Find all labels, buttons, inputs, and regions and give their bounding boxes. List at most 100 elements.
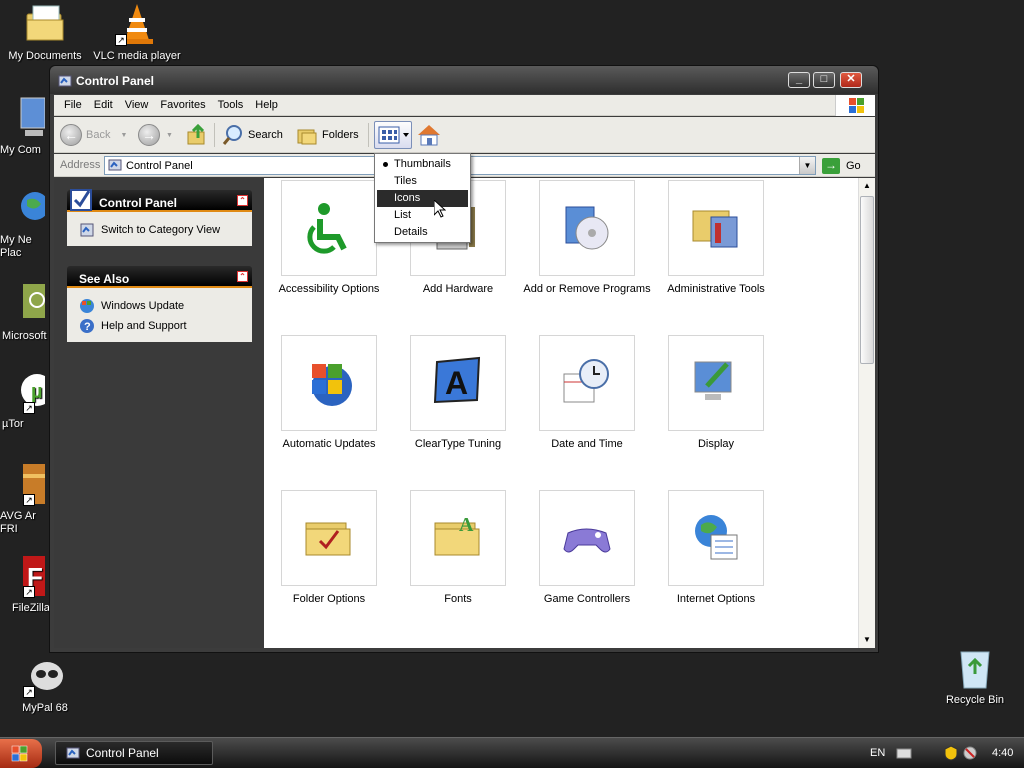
svg-text:A: A xyxy=(445,365,468,401)
computer-icon xyxy=(1,96,46,140)
folder-icon xyxy=(23,2,67,46)
link-label: Help and Support xyxy=(101,320,187,332)
home-button[interactable] xyxy=(416,123,442,147)
views-menu: Thumbnails Tiles Icons List Details xyxy=(374,153,471,243)
views-button[interactable] xyxy=(374,121,412,149)
windows-logo-icon xyxy=(835,95,875,116)
view-option-details[interactable]: Details xyxy=(377,224,468,241)
vertical-scrollbar[interactable]: ▲ ▼ xyxy=(858,178,875,648)
control-panel-icon xyxy=(66,747,80,759)
chevron-down-icon: ▼ xyxy=(166,131,173,139)
thumbnail-frame xyxy=(668,335,764,431)
view-option-label: Thumbnails xyxy=(394,158,451,170)
help-and-support-link[interactable]: ? Help and Support xyxy=(79,316,244,336)
switch-to-category-view-link[interactable]: Switch to Category View xyxy=(79,220,244,240)
language-indicator[interactable]: EN xyxy=(870,747,885,759)
add-remove-programs-icon xyxy=(565,206,609,250)
system-tray: EN 4:40 xyxy=(864,738,1024,768)
raccoon-icon: ↗ xyxy=(23,654,67,698)
thumbnail-frame xyxy=(539,490,635,586)
clock-app-icon xyxy=(1,282,45,326)
view-option-label: List xyxy=(394,209,412,221)
toolbar: ← Back ▼ → ▼ Search Folders xyxy=(54,117,875,153)
desktop-icon-label: My Documents xyxy=(8,50,82,62)
thumbnail-frame: A xyxy=(410,335,506,431)
forward-arrow-icon: → xyxy=(138,124,160,146)
toolbar-separator xyxy=(368,123,369,147)
go-button[interactable]: → Go xyxy=(822,156,870,175)
item-label: ClearType Tuning xyxy=(414,438,502,450)
back-button[interactable]: ← Back ▼ xyxy=(60,123,127,147)
desktop-icon-my-documents[interactable]: My Documents xyxy=(0,2,90,62)
scroll-thumb[interactable] xyxy=(860,196,874,364)
address-dropdown-button[interactable]: ▼ xyxy=(799,157,815,174)
views-grid-icon xyxy=(378,126,409,144)
thumbnail-frame xyxy=(281,335,377,431)
folder-options-icon xyxy=(305,522,351,556)
thumbnail-frame xyxy=(668,180,764,276)
network-warning-icon[interactable] xyxy=(962,745,978,764)
menu-file[interactable]: File xyxy=(58,95,88,111)
item-display[interactable]: Display xyxy=(651,335,781,450)
view-option-tiles[interactable]: Tiles xyxy=(377,173,468,190)
view-option-list[interactable]: List xyxy=(377,207,468,224)
desktop-icon-mypal[interactable]: ↗ MyPal 68 xyxy=(0,654,90,714)
menu-edit[interactable]: Edit xyxy=(88,95,119,111)
maximize-button[interactable]: □ xyxy=(813,72,835,88)
windows-update-link[interactable]: Windows Update xyxy=(79,296,244,316)
item-label: Internet Options xyxy=(676,593,756,605)
forward-button[interactable]: → ▼ xyxy=(138,123,173,147)
desktop-icon-vlc[interactable]: ↗ VLC media player xyxy=(92,2,182,62)
section-header[interactable]: Control Panel ⌃ xyxy=(67,189,252,212)
folders-button[interactable]: Folders xyxy=(296,123,359,147)
item-date-and-time[interactable]: Date and Time xyxy=(522,335,652,450)
item-fonts[interactable]: A Fonts xyxy=(393,490,523,605)
section-header[interactable]: See Also ⌃ xyxy=(67,266,252,288)
clock[interactable]: 4:40 xyxy=(992,747,1013,759)
link-label: Switch to Category View xyxy=(101,224,221,236)
game-controllers-icon xyxy=(563,528,611,553)
view-option-thumbnails[interactable]: Thumbnails xyxy=(377,156,468,173)
search-button[interactable]: Search xyxy=(222,123,283,147)
svg-text:?: ? xyxy=(84,321,91,333)
view-option-label: Icons xyxy=(394,192,421,204)
view-option-label: Tiles xyxy=(394,175,417,187)
checked-bullet-icon xyxy=(383,162,388,167)
item-label: Administrative Tools xyxy=(667,283,765,295)
scroll-up-button[interactable]: ▲ xyxy=(859,178,875,194)
close-button[interactable]: ✕ xyxy=(840,72,862,88)
svg-text:µ: µ xyxy=(31,381,43,403)
shortcut-arrow-icon: ↗ xyxy=(23,402,35,414)
item-automatic-updates[interactable]: Automatic Updates xyxy=(264,335,394,450)
up-folder-button[interactable] xyxy=(186,123,208,147)
windows-logo-icon xyxy=(11,745,28,762)
menu-favorites[interactable]: Favorites xyxy=(154,95,211,111)
fonts-icon: A xyxy=(434,514,480,556)
menu-tools[interactable]: Tools xyxy=(212,95,250,111)
item-game-controllers[interactable]: Game Controllers xyxy=(522,490,652,605)
item-folder-options[interactable]: Folder Options xyxy=(264,490,394,605)
item-add-remove-programs[interactable]: Add or Remove Programs xyxy=(522,180,652,295)
view-option-icons[interactable]: Icons xyxy=(377,190,468,207)
shortcut-arrow-icon: ↗ xyxy=(23,686,35,698)
security-shield-icon[interactable] xyxy=(944,745,958,764)
item-cleartype-tuning[interactable]: A ClearType Tuning xyxy=(393,335,523,450)
collapse-chevron-icon[interactable]: ⌃ xyxy=(237,195,248,206)
item-internet-options[interactable]: Internet Options xyxy=(651,490,781,605)
menu-help[interactable]: Help xyxy=(249,95,284,111)
taskbar-button-control-panel[interactable]: Control Panel xyxy=(55,741,213,765)
thumbnail-frame xyxy=(539,180,635,276)
home-icon xyxy=(418,125,440,146)
menu-view[interactable]: View xyxy=(119,95,155,111)
desktop-icon-recycle-bin[interactable]: Recycle Bin xyxy=(930,646,1020,706)
start-button[interactable] xyxy=(0,739,42,768)
section-title: Control Panel xyxy=(99,196,178,210)
item-administrative-tools[interactable]: Administrative Tools xyxy=(651,180,781,295)
scroll-down-button[interactable]: ▼ xyxy=(859,632,875,648)
folders-icon xyxy=(297,129,317,145)
collapse-chevron-icon[interactable]: ⌃ xyxy=(237,271,248,282)
title-bar[interactable]: Control Panel _ □ ✕ xyxy=(50,66,878,94)
minimize-button[interactable]: _ xyxy=(788,72,810,88)
thumbnail-frame xyxy=(668,490,764,586)
keyboard-icon[interactable] xyxy=(896,747,912,762)
